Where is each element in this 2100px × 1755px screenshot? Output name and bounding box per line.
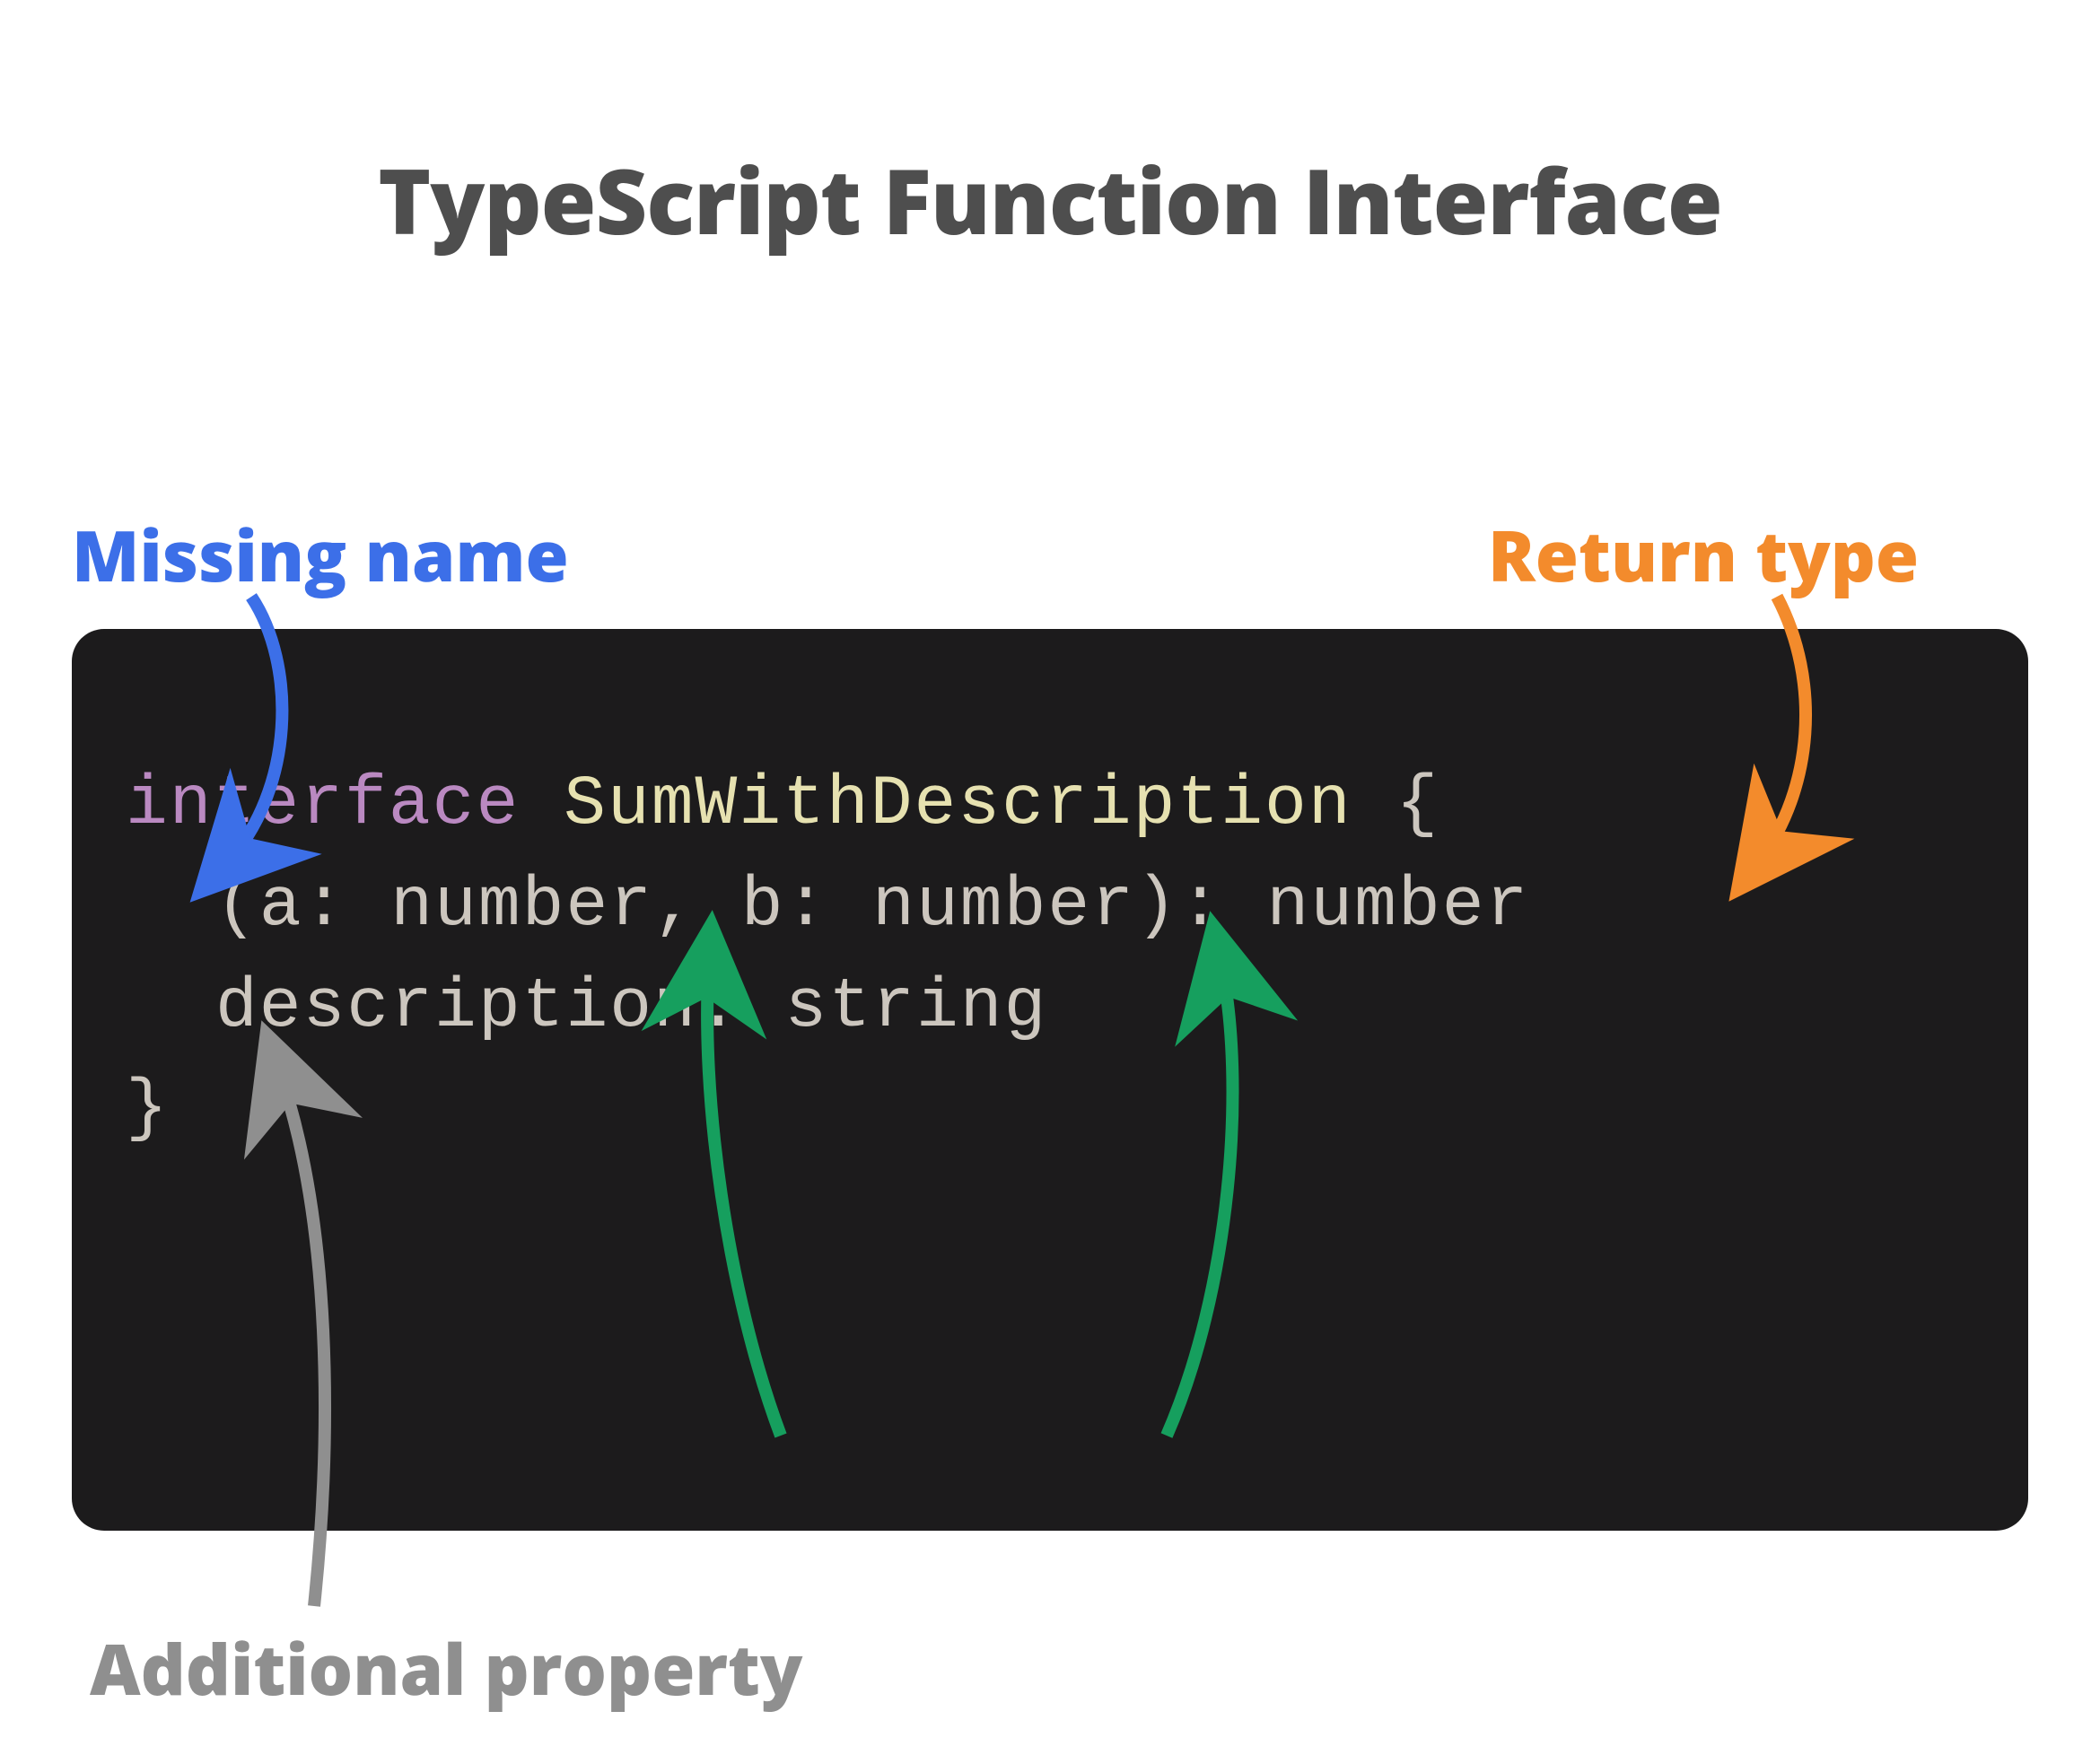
code-line-1: interface SumWithDescription {	[126, 755, 1974, 856]
code-colon-a: :	[303, 867, 391, 946]
code-line-2: (a: number, b: number): number	[126, 856, 1974, 957]
code-prop-colon: :	[697, 968, 741, 1047]
diagram-title: TypeScript Function Interface	[0, 139, 2100, 261]
label-return-type: Return type	[1488, 507, 1919, 602]
code-colon-b: :	[785, 867, 873, 946]
code-close-brace: }	[126, 1070, 170, 1148]
code-type-name: SumWithDescription	[564, 765, 1352, 844]
code-line-4: }	[126, 1059, 1974, 1160]
code-box: interface SumWithDescription { (a: numbe…	[72, 629, 2028, 1531]
label-missing-name: Missing name	[72, 507, 569, 602]
label-additional-property: Additional property	[90, 1620, 802, 1716]
code-comma: ,	[653, 867, 697, 946]
code-prop-name: description	[215, 968, 697, 1047]
code-open-paren: (	[215, 867, 259, 946]
code-param-b-name: b	[741, 867, 785, 946]
code-close-paren: )	[1135, 867, 1179, 946]
code-line-3: description: string	[126, 957, 1974, 1059]
code-open-brace: {	[1396, 765, 1439, 844]
code-param-b-type: number	[872, 867, 1135, 946]
code-param-a-name: a	[259, 867, 303, 946]
code-keyword-interface: interface	[126, 765, 520, 844]
code-colon-ret: :	[1179, 867, 1223, 946]
code-param-a-type: number	[390, 867, 653, 946]
code-prop-type: string	[785, 968, 1048, 1047]
code-return-type: number	[1266, 867, 1529, 946]
